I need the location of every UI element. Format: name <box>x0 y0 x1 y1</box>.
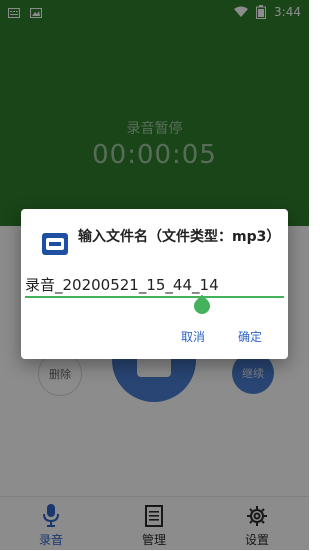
input-underline <box>25 296 284 298</box>
file-icon <box>41 230 69 258</box>
cancel-button[interactable]: 取消 <box>175 324 211 349</box>
ok-button[interactable]: 确定 <box>232 324 268 349</box>
cursor-handle-icon[interactable] <box>190 294 214 318</box>
filename-dialog: 输入文件名（文件类型：mp3） 取消 确定 <box>21 209 288 359</box>
dialog-title: 输入文件名（文件类型：mp3） <box>78 229 281 245</box>
filename-input[interactable] <box>25 272 284 296</box>
